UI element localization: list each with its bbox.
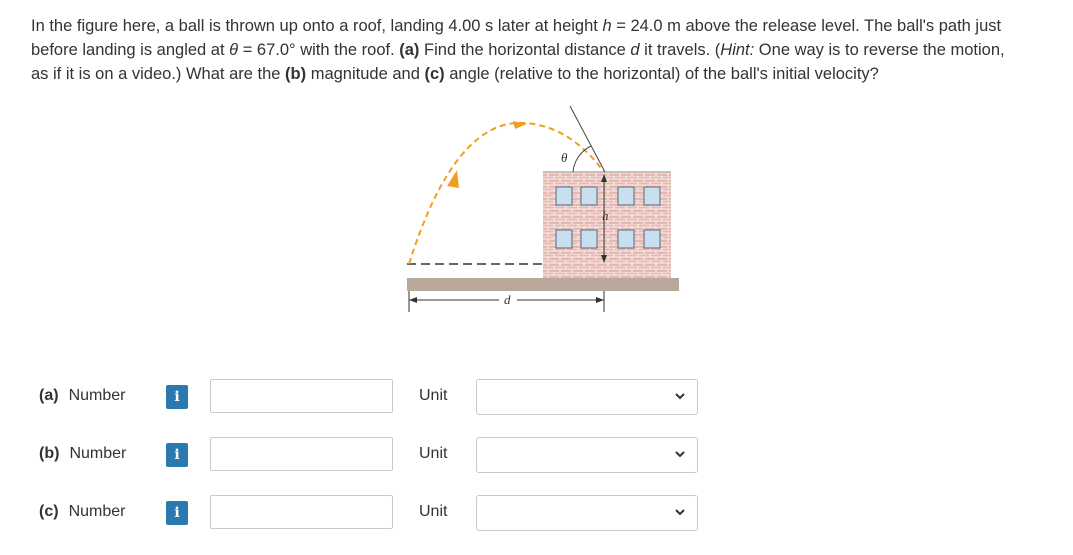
info-icon[interactable]: i [166,443,188,467]
unit-select-b[interactable] [476,437,698,473]
part-c-marker: (c) [424,65,445,83]
question-line2-b: = 67.0° with the roof. [238,41,400,59]
number-input-a[interactable] [210,379,393,413]
chevron-down-icon [675,509,685,516]
part-a-label: (a) [39,387,59,404]
question-line1-a: In the figure here, a ball is thrown up … [31,17,603,35]
theta-arc [572,145,592,173]
theta-variable: θ [229,41,239,59]
question-line3-a: as if it is on a video.) What are the [31,65,286,83]
info-icon[interactable]: i [166,501,188,525]
number-label: Number [68,503,126,520]
question-line1-b: = 24.0 m above the release level. The ba… [611,17,1002,35]
info-icon[interactable]: i [166,385,188,409]
d-label: d [504,292,511,307]
number-label: Number [69,445,127,462]
question-line3-c: angle (relative to the horizontal) of th… [444,65,879,83]
problem-figure: h θ d [395,98,695,328]
d-variable: d [630,41,640,59]
question-line3-b: magnitude and [306,65,425,83]
theta-label: θ [561,150,568,165]
unit-select-a[interactable] [476,379,698,415]
ground [407,278,679,291]
unit-label: Unit [419,503,448,520]
d-arrow-left [409,297,417,303]
question-line2-c: Find the horizontal distance [419,41,631,59]
d-arrow-right [596,297,604,303]
part-b-marker: (b) [285,65,307,83]
number-input-b[interactable] [210,437,393,471]
part-a-marker: (a) [399,41,420,59]
part-b-label: (b) [39,445,60,462]
figure-svg: h θ d [407,105,679,312]
unit-label: Unit [419,445,448,462]
h-variable: h [602,17,612,35]
question-line2-a: before landing is angled at [31,41,230,59]
chevron-down-icon [675,393,685,400]
hint-label: Hint: [720,41,755,59]
row-b-label: (b) Number [39,445,126,463]
question-line2-e: One way is to reverse the motion, [754,41,1005,59]
number-input-c[interactable] [210,495,393,529]
question-text: In the figure here, a ball is thrown up … [31,14,1061,86]
part-c-label: (c) [39,503,59,520]
chevron-down-icon [675,451,685,458]
row-a-label: (a) Number [39,387,125,405]
row-c-label: (c) Number [39,503,125,521]
h-label: h [602,208,609,223]
trajectory-arrow-1 [447,170,459,188]
unit-label: Unit [419,387,448,404]
number-label: Number [68,387,126,404]
question-line2-d: it travels. ( [639,41,721,59]
unit-select-c[interactable] [476,495,698,531]
